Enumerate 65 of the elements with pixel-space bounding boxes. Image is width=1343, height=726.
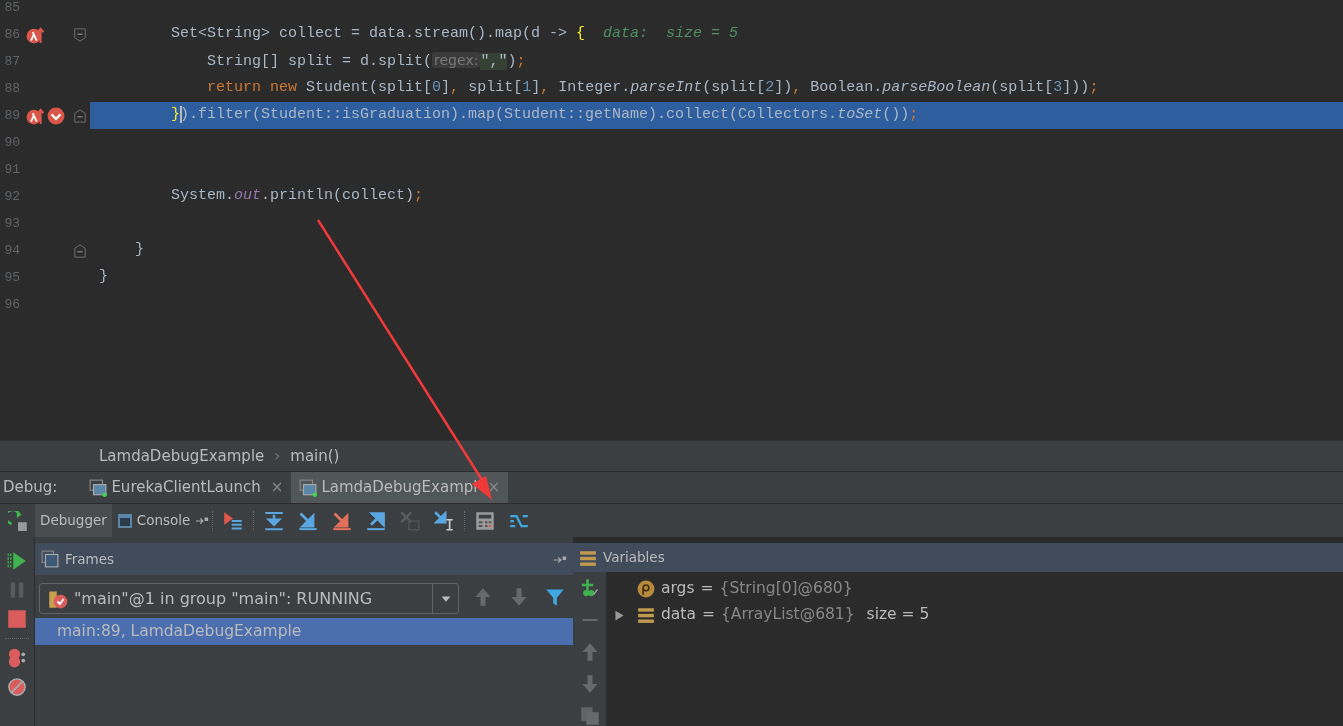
step-into-icon: [298, 510, 319, 531]
step-over-icon: [264, 510, 285, 531]
equals-sign: =: [700, 578, 714, 600]
debug-label: Debug:: [2, 477, 59, 499]
calculator-icon: [475, 510, 496, 531]
breadcrumb-separator: ›: [274, 445, 281, 467]
fold-icon[interactable]: [73, 108, 87, 123]
line-number: 94: [3, 241, 20, 260]
thread-combobox[interactable]: "main"@1 in group "main": RUNNING: [39, 583, 459, 614]
drop-frame-icon: [400, 510, 421, 531]
line-number: 85: [3, 0, 20, 17]
run-to-cursor-icon: [434, 510, 455, 531]
code-line: }: [134, 240, 144, 261]
lambda-breakpoint-icon[interactable]: [26, 106, 44, 125]
force-step-into-icon: [332, 510, 353, 531]
line-number: 89: [3, 106, 20, 125]
window-icon: [89, 478, 108, 497]
debug-tab[interactable]: LamdaDebugExampl ×: [291, 472, 509, 503]
line-number: 90: [3, 133, 20, 152]
variables-icon: [579, 548, 597, 567]
code-line: System.out.println(collect);: [170, 186, 424, 207]
stop-icon[interactable]: [7, 609, 27, 629]
fold-icon[interactable]: [73, 243, 87, 258]
variable-value: {ArrayList@681}: [720, 604, 855, 626]
fold-icon[interactable]: [73, 27, 87, 42]
breadcrumb-item[interactable]: main(): [290, 444, 340, 468]
variable-name: data: [661, 604, 696, 626]
resume-icon[interactable]: [7, 551, 27, 571]
mute-breakpoints-icon[interactable]: [7, 677, 27, 697]
execution-point-icon: [223, 510, 244, 531]
step-out-icon: [366, 510, 387, 531]
line-number: 96: [3, 295, 20, 314]
add-watch-icon[interactable]: [579, 578, 600, 598]
code-line: }: [99, 267, 108, 288]
variable-value: {String[0]@680}: [719, 578, 853, 600]
panel-title: Frames: [65, 549, 115, 569]
parameter-icon: [637, 580, 655, 598]
line-number: 93: [3, 214, 20, 233]
code-line: String[] split = d.split(regex:",");: [206, 50, 526, 72]
code-line: return new Student(split[0], split[1], Integer.parseInt(split[2]), Boolean.parseBoolean(split[3]));: [206, 78, 1099, 99]
expand-arrow-icon[interactable]: [613, 608, 626, 622]
line-number: 95: [3, 268, 20, 287]
close-icon[interactable]: ×: [270, 476, 284, 499]
window-icon: [299, 478, 318, 497]
line-number: 91: [3, 160, 20, 179]
field-icon: [637, 606, 655, 624]
line-number: 87: [3, 52, 20, 71]
variable-name: args: [661, 578, 695, 600]
line-number: 86: [3, 25, 20, 44]
view-tab[interactable]: Console: [111, 504, 196, 537]
breakpoint-check-icon[interactable]: [47, 106, 65, 125]
code-line: }).filter(Student::isGraduation).map(Student::getName).collect(Collectors.toSet());: [99, 104, 919, 127]
breadcrumb-item[interactable]: LamdaDebugExample: [99, 444, 265, 468]
frames-icon: [41, 550, 59, 568]
view-tab[interactable]: Debugger: [35, 504, 112, 537]
breakpoints-icon[interactable]: [7, 648, 27, 668]
lambda-breakpoint-icon[interactable]: [26, 25, 44, 44]
equals-sign: =: [701, 604, 715, 626]
console-icon: [116, 512, 133, 529]
code-line: Set<String> collect = data.stream().map(d -> { data: size = 5: [170, 24, 739, 45]
line-number: 88: [3, 79, 20, 98]
line-number: 92: [3, 187, 20, 206]
panel-title: Variables: [603, 548, 665, 568]
rerun-icon[interactable]: [7, 510, 28, 531]
variable-size: size = 5: [866, 604, 930, 626]
